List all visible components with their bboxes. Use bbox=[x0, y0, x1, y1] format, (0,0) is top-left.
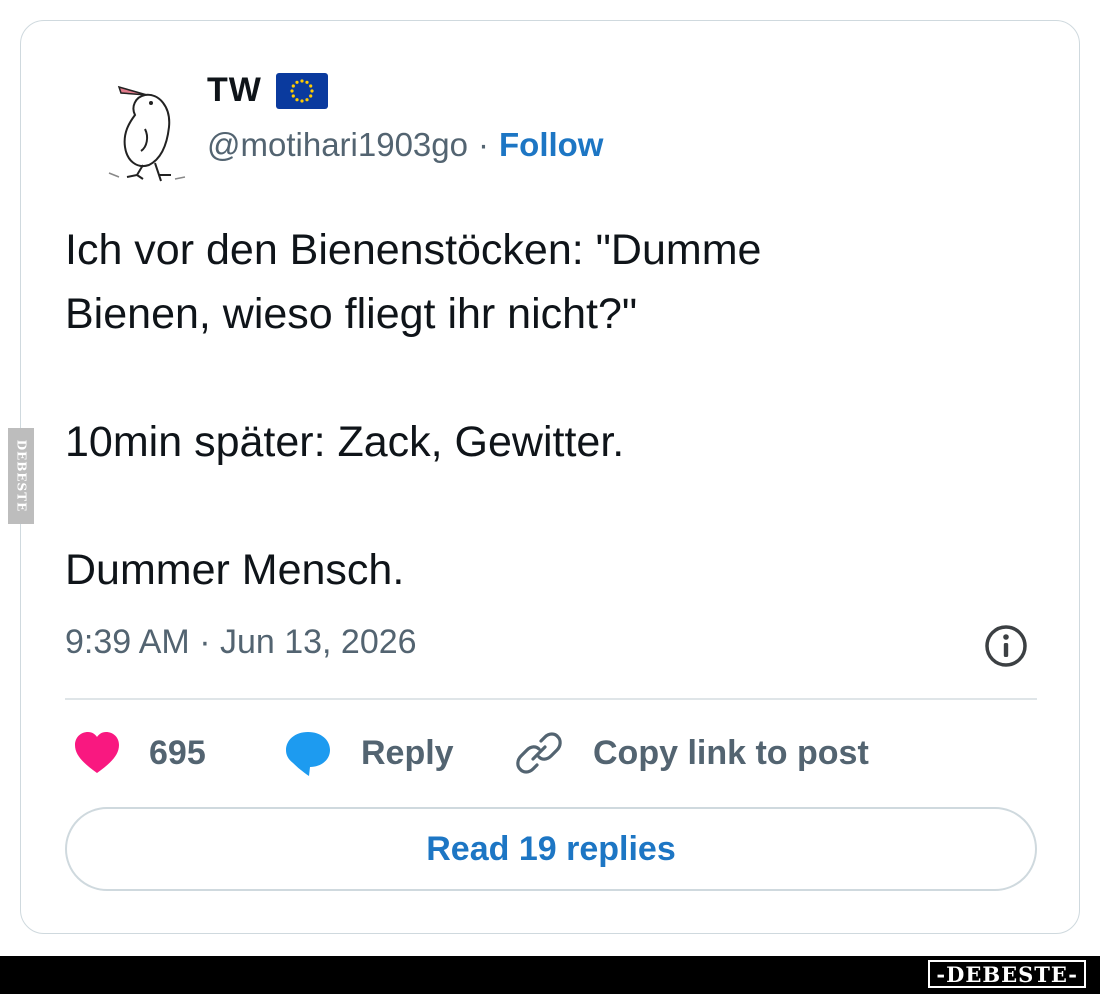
divider bbox=[65, 698, 1037, 700]
like-count: 695 bbox=[149, 733, 206, 772]
tweet-timestamp[interactable]: 9:39 AM · Jun 13, 2026 bbox=[65, 623, 417, 662]
follow-link[interactable]: Follow bbox=[499, 126, 603, 164]
separator-dot: · bbox=[478, 126, 489, 163]
action-bar: 695 Reply Copy link to post bbox=[65, 723, 1037, 783]
speech-bubble-icon bbox=[286, 732, 330, 776]
copy-link-label: Copy link to post bbox=[593, 733, 869, 772]
tweet-line: 10min später: Zack, Gewitter. bbox=[65, 418, 625, 466]
heart-icon bbox=[75, 732, 119, 773]
author-name-row: TW bbox=[207, 71, 328, 110]
side-watermark: DEBESTE bbox=[8, 428, 34, 524]
bottom-bar: -DEBESTE- bbox=[0, 956, 1100, 994]
debeste-logo: -DEBESTE- bbox=[928, 960, 1086, 988]
author-handle-row: @motihari1903go · Follow bbox=[207, 126, 603, 164]
eu-flag-icon bbox=[275, 72, 328, 109]
tweet-text: Ich vor den Bienenstöcken: "Dumme Bienen… bbox=[65, 218, 1045, 602]
tweet-line: Dummer Mensch. bbox=[65, 546, 405, 594]
avatar[interactable] bbox=[99, 77, 195, 185]
author-display-name[interactable]: TW bbox=[207, 71, 262, 110]
debeste-logo-text: -DEBESTE- bbox=[936, 961, 1078, 987]
link-icon bbox=[516, 732, 562, 774]
author-handle[interactable]: @motihari1903go bbox=[207, 126, 468, 164]
tweet-line: Ich vor den Bienenstöcken: "Dumme bbox=[65, 226, 762, 274]
tweet-card: TW @motihari1903go · Follow Ich vor den … bbox=[20, 20, 1080, 934]
copy-link-button[interactable]: Copy link to post bbox=[515, 723, 869, 783]
like-button[interactable]: 695 bbox=[73, 723, 206, 783]
info-icon[interactable] bbox=[983, 623, 1029, 669]
side-watermark-text: DEBESTE bbox=[14, 439, 28, 513]
tweet-line: Bienen, wieso fliegt ihr nicht?" bbox=[65, 290, 638, 338]
reply-button[interactable]: Reply bbox=[283, 723, 454, 783]
read-replies-button[interactable]: Read 19 replies bbox=[65, 807, 1037, 891]
reply-label: Reply bbox=[361, 733, 454, 772]
